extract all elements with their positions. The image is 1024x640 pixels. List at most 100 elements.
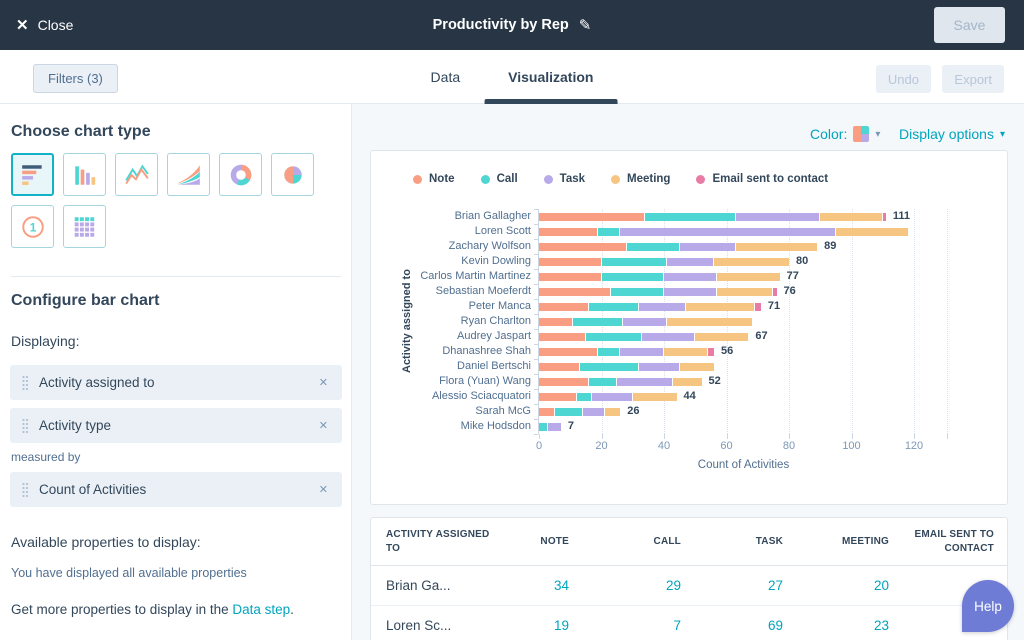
bar-segment-task[interactable] [642,333,695,341]
legend-item[interactable]: Email sent to contact [696,173,828,185]
bar-segment-meeting[interactable] [686,303,755,311]
filters-button[interactable]: Filters (3) [33,64,118,93]
table-value-cell[interactable]: 27 [681,566,783,606]
chart-type-horizontal-bar[interactable] [11,153,54,196]
remove-pill-icon[interactable]: ✕ [319,376,328,389]
drag-handle-icon[interactable] [22,482,29,498]
save-button[interactable]: Save [934,7,1005,43]
bar-segment-call[interactable] [577,393,593,401]
bar-segment-note[interactable] [539,318,573,326]
edit-title-pencil-icon[interactable]: ✎ [579,16,592,34]
bar-segment-call[interactable] [580,363,639,371]
bar-segment-call[interactable] [611,288,664,296]
undo-button[interactable]: Undo [876,65,931,93]
bar-segment-note[interactable] [539,408,555,416]
data-step-link[interactable]: Data step [232,602,290,617]
bar-segment-meeting[interactable] [717,288,773,296]
bar-segment-call[interactable] [573,318,623,326]
bar-segment-task[interactable] [592,393,633,401]
bar-segment-note[interactable] [539,393,577,401]
bar-segment-task[interactable] [736,213,820,221]
bar-segment-meeting[interactable] [667,318,751,326]
bar-segment-meeting[interactable] [714,258,789,266]
bar-segment-task[interactable] [617,378,673,386]
bar-segment-call[interactable] [627,243,680,251]
remove-pill-icon[interactable]: ✕ [319,419,328,432]
bar-segment-meeting[interactable] [836,228,908,236]
bar-segment-note[interactable] [539,213,645,221]
bar-segment-note[interactable] [539,258,602,266]
bar-segment-email-sent-to-contact[interactable] [883,213,886,221]
table-value-cell[interactable]: 7 [569,606,681,640]
legend-item[interactable]: Call [481,173,518,185]
bar-segment-meeting[interactable] [820,213,883,221]
bar-segment-meeting[interactable] [717,273,780,281]
chart-type-donut[interactable] [219,153,262,196]
table-value-cell[interactable]: 29 [569,566,681,606]
bar-segment-note[interactable] [539,348,598,356]
bar-segment-email-sent-to-contact[interactable] [773,288,776,296]
bar-segment-task[interactable] [664,273,717,281]
bar-segment-task[interactable] [620,348,664,356]
color-dropdown[interactable]: Color: ▾ [810,126,880,142]
bar-segment-note[interactable] [539,273,602,281]
bar-segment-note[interactable] [539,333,586,341]
bar-segment-call[interactable] [598,348,620,356]
bar-segment-meeting[interactable] [605,408,621,416]
bar-segment-note[interactable] [539,243,627,251]
drag-handle-icon[interactable] [22,418,29,434]
display-options-dropdown[interactable]: Display options ▾ [899,126,1005,142]
bar-segment-call[interactable] [602,258,668,266]
table-value-cell[interactable]: 23 [783,606,889,640]
bar-segment-call[interactable] [602,273,665,281]
dimension-pill-activity-assigned-to[interactable]: Activity assigned to ✕ [10,365,342,400]
bar-segment-meeting[interactable] [633,393,677,401]
measure-pill-count-of-activities[interactable]: Count of Activities ✕ [10,472,342,507]
table-value-cell[interactable]: 34 [501,566,569,606]
export-button[interactable]: Export [942,65,1004,93]
legend-item[interactable]: Task [544,173,585,185]
table-value-cell[interactable]: 69 [681,606,783,640]
bar-segment-task[interactable] [680,243,736,251]
table-value-cell[interactable]: 19 [501,606,569,640]
tab-data[interactable]: Data [407,50,485,104]
chart-type-table[interactable] [63,205,106,248]
bar-segment-meeting[interactable] [736,243,817,251]
chart-type-number[interactable]: 1 [11,205,54,248]
bar-segment-note[interactable] [539,303,589,311]
table-value-cell[interactable]: 20 [783,566,889,606]
bar-segment-email-sent-to-contact[interactable] [755,303,761,311]
chart-type-line[interactable] [115,153,158,196]
bar-segment-note[interactable] [539,363,580,371]
bar-segment-meeting[interactable] [680,363,714,371]
bar-segment-task[interactable] [620,228,836,236]
bar-segment-call[interactable] [555,408,583,416]
bar-segment-call[interactable] [589,378,617,386]
bar-segment-meeting[interactable] [695,333,748,341]
help-button[interactable]: Help [962,580,1014,632]
bar-segment-note[interactable] [539,228,598,236]
bar-segment-note[interactable] [539,378,589,386]
remove-pill-icon[interactable]: ✕ [319,483,328,496]
tab-visualization[interactable]: Visualization [484,50,617,104]
bar-segment-task[interactable] [623,318,667,326]
dimension-pill-activity-type[interactable]: Activity type ✕ [10,408,342,443]
bar-segment-task[interactable] [583,408,605,416]
chart-type-pie[interactable] [271,153,314,196]
bar-segment-call[interactable] [539,423,548,431]
bar-segment-call[interactable] [586,333,642,341]
legend-item[interactable]: Note [413,173,455,185]
chart-type-vertical-bar[interactable] [63,153,106,196]
bar-segment-call[interactable] [598,228,620,236]
chart-type-area[interactable] [167,153,210,196]
bar-segment-task[interactable] [639,363,680,371]
legend-item[interactable]: Meeting [611,173,670,185]
bar-segment-task[interactable] [667,258,714,266]
bar-segment-task[interactable] [639,303,686,311]
bar-segment-email-sent-to-contact[interactable] [708,348,714,356]
bar-segment-meeting[interactable] [664,348,708,356]
bar-segment-task[interactable] [664,288,717,296]
bar-segment-call[interactable] [589,303,639,311]
bar-segment-note[interactable] [539,288,611,296]
bar-segment-task[interactable] [548,423,561,431]
